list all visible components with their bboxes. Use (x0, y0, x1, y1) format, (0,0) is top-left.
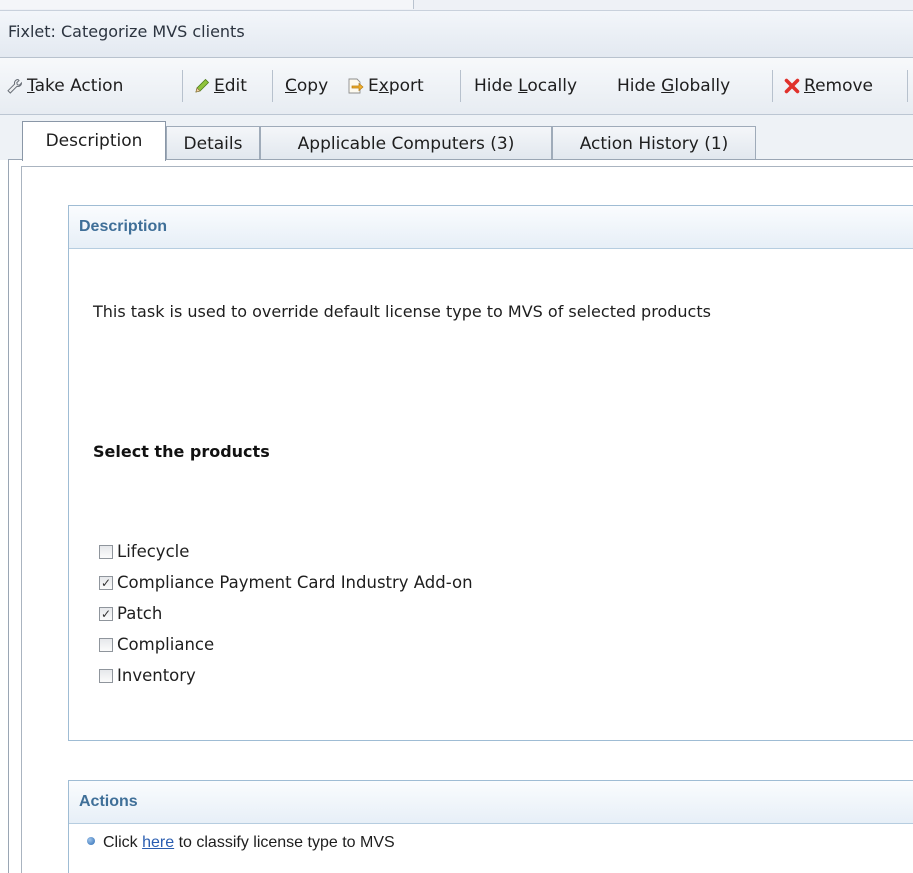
hide-globally-label-prefix: Hide (617, 76, 662, 96)
action-prefix: Click (103, 834, 143, 851)
export-access-key: x (378, 76, 389, 96)
export-icon (348, 78, 364, 94)
toolbar-separator (182, 70, 183, 102)
product-option-compliance[interactable]: Compliance (99, 629, 473, 660)
wrench-icon (7, 78, 23, 94)
product-option-patch[interactable]: ✓ Patch (99, 598, 473, 629)
copy-button[interactable]: Copy (285, 71, 328, 101)
lifecycle-checkbox[interactable] (99, 544, 113, 559)
blue-bullet-icon (87, 837, 95, 845)
actions-panel: Actions Click here to classify license t… (68, 780, 913, 873)
classify-here-link[interactable]: here (142, 834, 174, 851)
hide-locally-access-key: L (518, 76, 528, 96)
product-option-compliance-pci[interactable]: ✓ Compliance Payment Card Industry Add-o… (99, 567, 473, 598)
top-strip (0, 0, 913, 11)
copy-access-key: C (285, 76, 297, 96)
take-action-button[interactable]: Take Action (6, 71, 123, 101)
tab-details[interactable]: Details (166, 126, 260, 160)
hide-locally-button[interactable]: Hide Locally (474, 71, 577, 101)
compliance-label: Compliance (117, 635, 215, 654)
patch-checkbox[interactable]: ✓ (99, 606, 113, 621)
take-action-access-key: T (27, 76, 35, 96)
copy-label: opy (296, 76, 329, 96)
hide-globally-button[interactable]: Hide Globally (617, 71, 730, 101)
product-option-inventory[interactable]: Inventory (99, 660, 473, 691)
toolbar-separator (460, 70, 461, 102)
product-checklist: Lifecycle ✓ Compliance Payment Card Indu… (99, 536, 473, 691)
export-label-prefix: E (368, 76, 379, 96)
edit-button[interactable]: Edit (194, 71, 247, 101)
patch-label: Patch (117, 604, 163, 623)
edit-label: dit (224, 76, 247, 96)
tab-details-label: Details (183, 134, 243, 154)
title-bar: Fixlet: Categorize MVS clients (0, 11, 913, 58)
inventory-checkbox[interactable] (99, 668, 113, 683)
remove-button[interactable]: Remove (784, 71, 873, 101)
tab-applicable-computers-label: Applicable Computers (3) (297, 134, 515, 154)
red-x-icon (784, 78, 800, 94)
pencil-icon (195, 78, 210, 93)
description-panel: Description This task is used to overrid… (68, 205, 913, 741)
toolbar-separator (272, 70, 273, 102)
window-title: Fixlet: Categorize MVS clients (8, 22, 245, 41)
tab-action-history-label: Action History (1) (579, 134, 729, 154)
tab-strip: Description Details Applicable Computers… (0, 115, 913, 161)
toolbar-separator (772, 70, 773, 102)
inventory-label: Inventory (117, 666, 196, 685)
toolbar: Take Action Edit Copy Export Hide Locall… (0, 58, 913, 115)
select-products-label: Select the products (93, 442, 270, 461)
tab-applicable-computers[interactable]: Applicable Computers (3) (260, 126, 552, 160)
action-suffix: to classify license type to MVS (174, 834, 395, 851)
compliance-pci-label: Compliance Payment Card Industry Add-on (117, 573, 473, 592)
compliance-checkbox[interactable] (99, 637, 113, 652)
description-panel-header: Description (69, 206, 913, 249)
document-tab-stub[interactable] (0, 0, 414, 9)
hide-locally-label: ocally (527, 76, 578, 96)
take-action-label: ake Action (34, 76, 124, 96)
actions-panel-header: Actions (69, 781, 913, 824)
remove-access-key: R (804, 76, 816, 96)
tab-action-history[interactable]: Action History (1) (552, 126, 756, 160)
hide-globally-label: lobally (674, 76, 731, 96)
action-item: Click here to classify license type to M… (69, 824, 913, 862)
hide-globally-access-key: G (661, 76, 675, 96)
description-text: This task is used to override default li… (93, 302, 711, 321)
tab-description[interactable]: Description (22, 121, 166, 161)
compliance-pci-checkbox[interactable]: ✓ (99, 575, 113, 590)
remove-label: emove (815, 76, 874, 96)
product-option-lifecycle[interactable]: Lifecycle (99, 536, 473, 567)
toolbar-separator (907, 70, 908, 102)
export-button[interactable]: Export (347, 71, 424, 101)
export-label: port (388, 76, 424, 96)
lifecycle-label: Lifecycle (117, 542, 190, 561)
hide-locally-label-prefix: Hide (474, 76, 519, 96)
tab-description-label: Description (45, 131, 143, 151)
edit-access-key: E (214, 76, 225, 96)
